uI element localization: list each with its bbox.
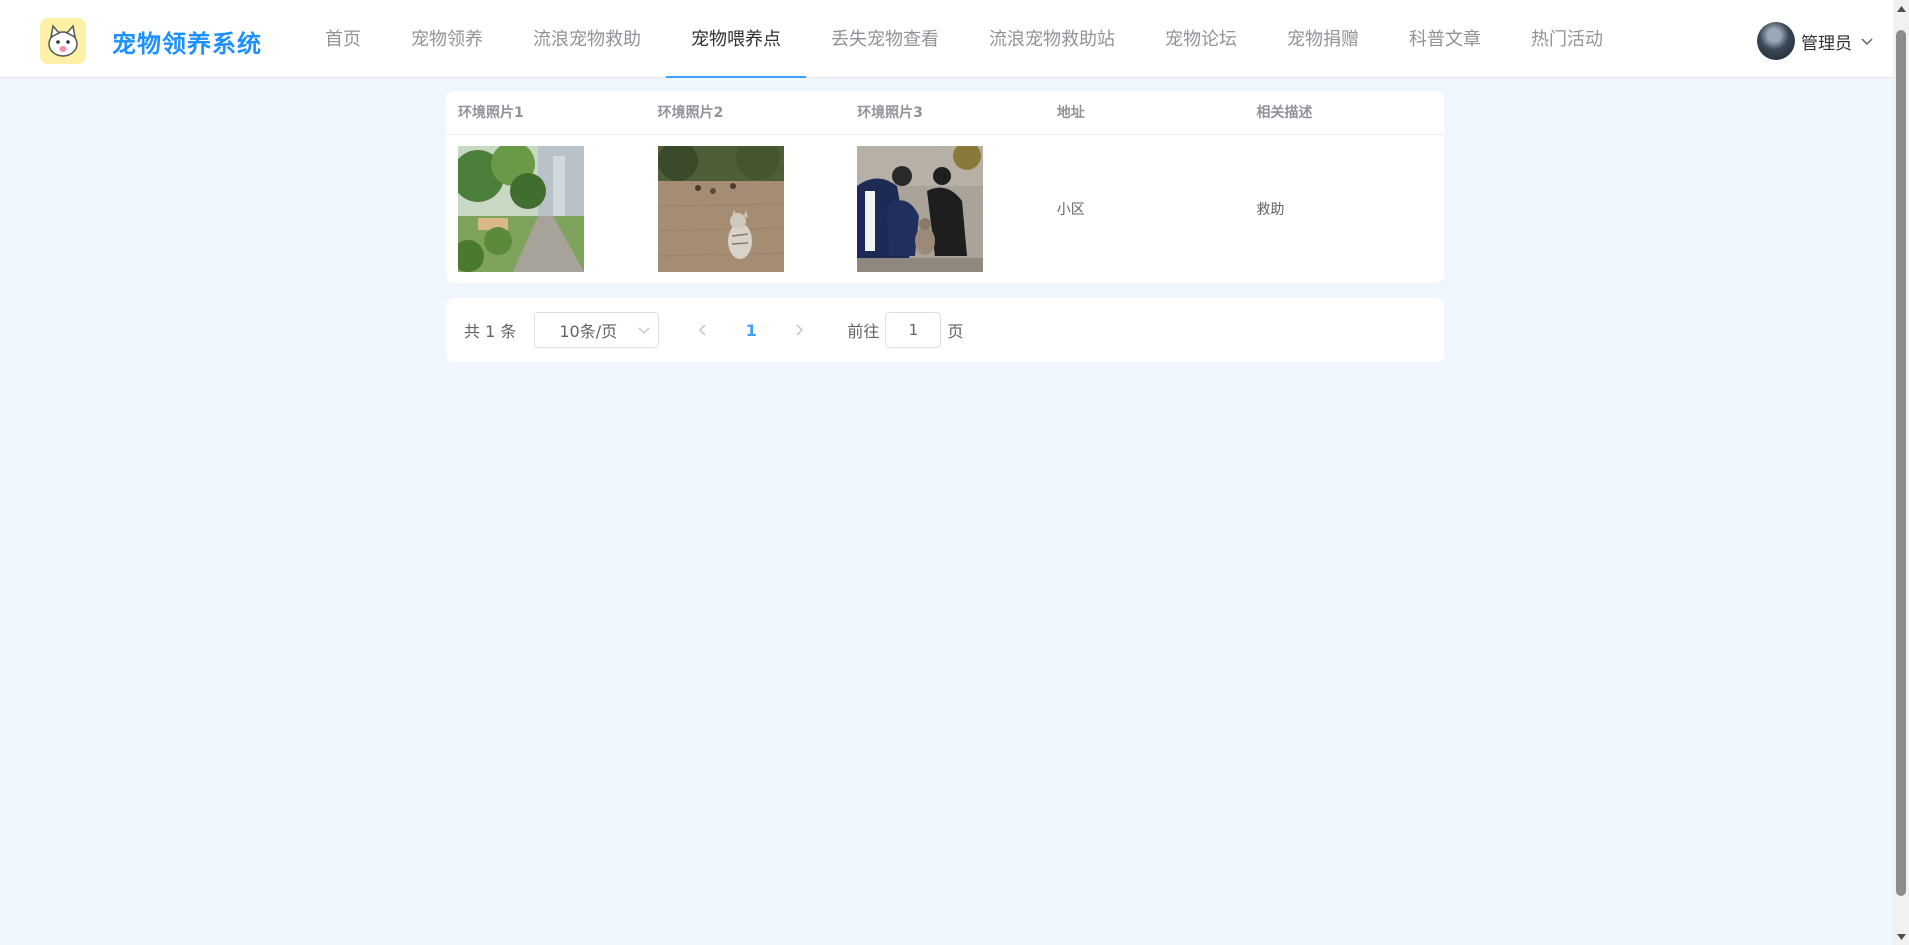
goto-label: 前往	[847, 322, 880, 341]
nav-item-stray-rescue[interactable]: 流浪宠物救助	[508, 0, 666, 78]
page-size-select[interactable]: 10条/页	[534, 312, 660, 348]
column-header-photo3: 环境照片3	[857, 105, 923, 121]
chevron-right-icon[interactable]	[793, 324, 805, 336]
scroll-down-arrow-icon[interactable]	[1893, 928, 1909, 945]
user-menu[interactable]: 管理员	[1757, 21, 1874, 61]
nav-item-donation[interactable]: 宠物捐赠	[1262, 0, 1384, 78]
column-header-description: 相关描述	[1256, 105, 1313, 121]
cat-icon[interactable]	[40, 18, 86, 64]
scroll-up-arrow-icon[interactable]	[1893, 0, 1909, 17]
people-with-dog-photo[interactable]	[857, 146, 984, 272]
prev-page-button[interactable]	[687, 314, 719, 346]
goto-page-input[interactable]	[885, 312, 942, 348]
pagination: 共 1 条 10条/页 1 前往 页	[446, 298, 1444, 362]
cell-photo3	[845, 146, 1045, 272]
page-number-current[interactable]: 1	[735, 321, 767, 340]
cat-on-pavement-photo[interactable]	[657, 146, 784, 272]
nav-item-home[interactable]: 首页	[300, 0, 386, 78]
user-name[interactable]: 管理员	[1801, 29, 1852, 54]
garden-path-photo[interactable]	[458, 146, 584, 272]
next-page-button[interactable]	[783, 314, 815, 346]
nav-item-lost-pets[interactable]: 丢失宠物查看	[806, 0, 964, 78]
nav-item-activities[interactable]: 热门活动	[1506, 0, 1628, 78]
cell-description: 救助	[1256, 202, 1285, 218]
column-header-photo1: 环境照片1	[458, 105, 524, 121]
brand-title: 宠物领养系统	[112, 30, 262, 58]
pagination-total: 共 1 条	[464, 322, 517, 341]
nav-item-articles[interactable]: 科普文章	[1384, 0, 1506, 78]
chevron-left-icon[interactable]	[697, 324, 709, 336]
column-header-address: 地址	[1056, 105, 1085, 121]
table-row[interactable]: 小区 救助	[446, 135, 1444, 283]
nav-item-forum[interactable]: 宠物论坛	[1140, 0, 1262, 78]
column-header-photo2: 环境照片2	[657, 105, 724, 121]
user-avatar-icon[interactable]	[1757, 22, 1795, 60]
cell-address: 小区	[1056, 202, 1085, 218]
nav-item-adoption[interactable]: 宠物领养	[386, 0, 508, 78]
top-navbar: 宠物领养系统 首页 宠物领养 流浪宠物救助 宠物喂养点 丢失宠物查看 流浪宠物救…	[0, 0, 1893, 78]
chevron-down-icon[interactable]	[1860, 34, 1874, 48]
feeding-points-table: 环境照片1 环境照片2 环境照片3 地址 相关描述 小区 救助	[446, 91, 1444, 283]
main-nav: 首页 宠物领养 流浪宠物救助 宠物喂养点 丢失宠物查看 流浪宠物救助站 宠物论坛…	[300, 0, 1628, 78]
chevron-down-icon[interactable]	[638, 324, 650, 336]
goto-suffix: 页	[947, 322, 964, 341]
cell-photo1	[446, 146, 646, 272]
nav-item-rescue-station[interactable]: 流浪宠物救助站	[964, 0, 1140, 78]
page-size-value[interactable]: 10条/页	[559, 318, 617, 342]
scrollbar-thumb[interactable]	[1896, 30, 1906, 896]
page-scrollbar[interactable]	[1893, 0, 1909, 945]
cell-photo2	[646, 146, 846, 272]
table-header: 环境照片1 环境照片2 环境照片3 地址 相关描述	[446, 91, 1444, 135]
nav-item-feeding-points[interactable]: 宠物喂养点	[666, 0, 806, 78]
